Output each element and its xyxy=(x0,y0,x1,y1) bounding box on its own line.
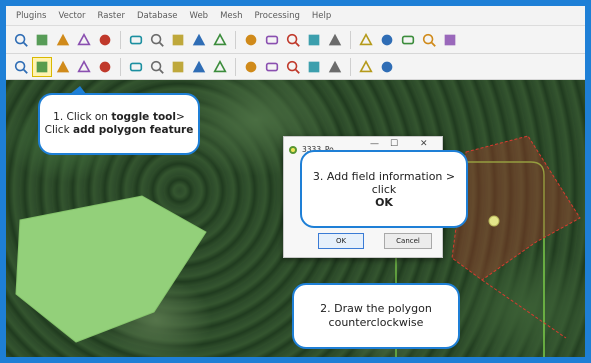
menu-plugins[interactable]: Plugins xyxy=(16,11,46,21)
menu-processing[interactable]: Processing xyxy=(254,11,299,21)
style-manager-icon[interactable] xyxy=(305,58,323,76)
step1-text-a: 1. Click on xyxy=(53,111,112,123)
add-polygon-icon[interactable] xyxy=(75,58,93,76)
digitized-polygon xyxy=(451,135,581,281)
refresh-icon[interactable] xyxy=(284,31,302,49)
menu-mesh[interactable]: Mesh xyxy=(220,11,242,21)
minimize-button[interactable]: — xyxy=(370,139,379,149)
callout-step-1-text: 1. Click on toggle tool> Click add polyg… xyxy=(40,111,198,137)
zoom-to-layer-icon[interactable] xyxy=(148,31,166,49)
pan-to-selection-icon[interactable] xyxy=(33,31,51,49)
pencil-edit-icon[interactable] xyxy=(32,56,52,77)
menu-database[interactable]: Database xyxy=(137,11,178,21)
step2-text: 2. Draw the polygon counterclockwise xyxy=(320,302,432,329)
field-calculator-icon[interactable] xyxy=(420,31,438,49)
centroid-marker xyxy=(488,215,500,227)
step3-ok-text: OK xyxy=(375,195,393,209)
new-bookmark-icon[interactable] xyxy=(242,31,260,49)
cancel-button[interactable]: Cancel xyxy=(384,233,432,249)
zoom-native-icon[interactable] xyxy=(169,31,187,49)
toolbar-separator xyxy=(350,30,351,49)
menu-vector[interactable]: Vector xyxy=(58,11,85,21)
delete-selected-icon[interactable] xyxy=(148,58,166,76)
step3-text: 3. Add field information > click xyxy=(312,169,456,196)
label-tool-icon[interactable] xyxy=(284,58,302,76)
callout-step-1: 1. Click on toggle tool> Click add polyg… xyxy=(38,93,200,155)
step1-text-b: toggle tool xyxy=(111,111,176,123)
statistics-icon[interactable] xyxy=(441,31,459,49)
cut-features-icon[interactable] xyxy=(169,58,187,76)
identify-icon[interactable] xyxy=(378,31,396,49)
temporal-controller-icon[interactable] xyxy=(305,31,323,49)
maximize-button[interactable]: ☐ xyxy=(390,139,398,149)
save-edits-icon[interactable] xyxy=(54,58,72,76)
zoom-to-selection-icon[interactable] xyxy=(127,31,145,49)
step1-text-d: add polygon feature xyxy=(72,124,194,136)
move-feature-icon[interactable] xyxy=(127,58,145,76)
ok-button[interactable]: OK xyxy=(318,233,364,249)
toolbar-separator xyxy=(235,57,236,76)
menu-raster[interactable]: Raster xyxy=(98,11,125,21)
qgis-logo-icon xyxy=(288,140,298,159)
layer-tool-icon[interactable] xyxy=(326,58,344,76)
digitizing-toolbar xyxy=(6,54,585,80)
toolbar-separator xyxy=(120,57,121,76)
redo-icon[interactable] xyxy=(263,58,281,76)
map-navigation-toolbar xyxy=(6,26,585,54)
paste-features-icon[interactable] xyxy=(211,58,229,76)
rubber-band-line xyxy=(481,279,567,339)
copy-features-icon[interactable] xyxy=(190,58,208,76)
annotation-icon[interactable] xyxy=(378,58,396,76)
deselect-icon[interactable] xyxy=(357,31,375,49)
zoom-full-icon[interactable] xyxy=(96,31,114,49)
close-button[interactable]: ✕ xyxy=(420,139,428,149)
toolbar-separator xyxy=(235,30,236,49)
zoom-out-icon[interactable] xyxy=(75,31,93,49)
open-attribute-table-icon[interactable] xyxy=(399,31,417,49)
vertex-tool-icon[interactable] xyxy=(96,58,114,76)
callout-step-2: 2. Draw the polygon counterclockwise xyxy=(292,283,460,349)
digitizing-icon[interactable] xyxy=(12,58,30,76)
toolbar-separator xyxy=(350,57,351,76)
toolbar-separator xyxy=(120,30,121,49)
menu-help[interactable]: Help xyxy=(312,11,331,21)
callout-step-3: 3. Add field information > click OK xyxy=(300,150,468,228)
zoom-in-icon[interactable] xyxy=(54,31,72,49)
clear-icon[interactable] xyxy=(357,58,375,76)
undo-icon[interactable] xyxy=(242,58,260,76)
existing-polygon xyxy=(15,195,207,343)
show-bookmarks-icon[interactable] xyxy=(263,31,281,49)
zoom-next-icon[interactable] xyxy=(211,31,229,49)
menu-web[interactable]: Web xyxy=(190,11,209,21)
menu-bar: Plugins Vector Raster Database Web Mesh Proces… xyxy=(6,6,585,26)
select-features-icon[interactable] xyxy=(326,31,344,49)
pan-hand-icon[interactable] xyxy=(12,31,30,49)
zoom-last-icon[interactable] xyxy=(190,31,208,49)
